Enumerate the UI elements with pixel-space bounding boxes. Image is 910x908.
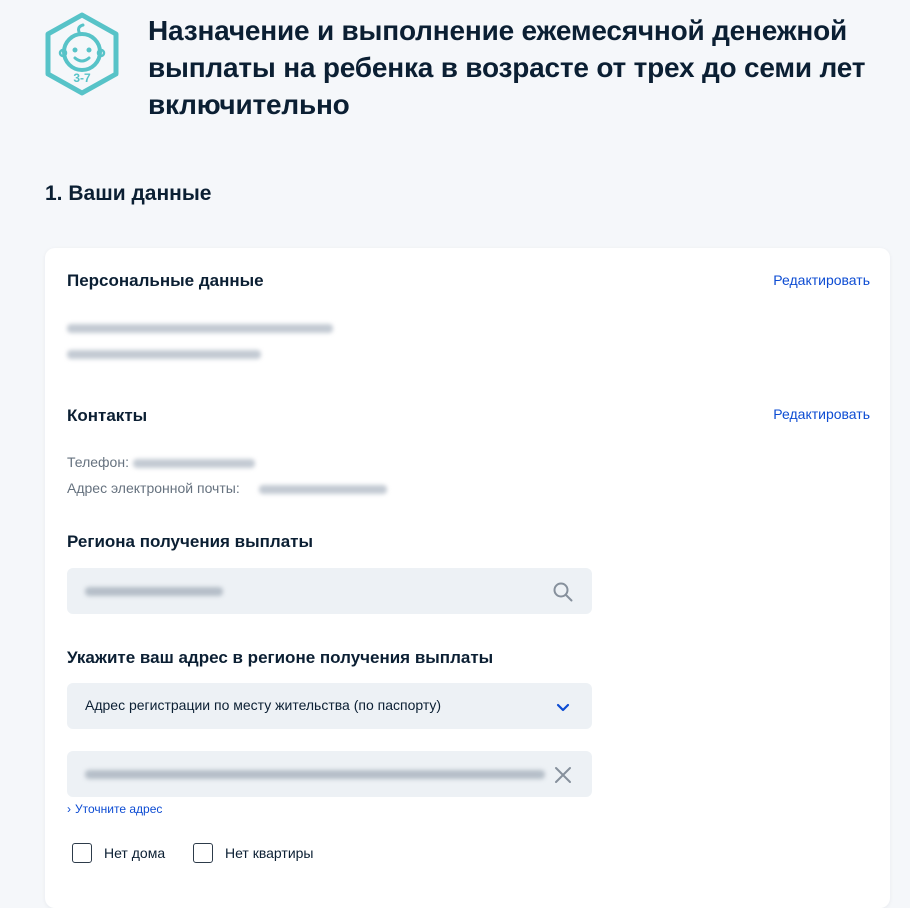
no-flat-checkbox[interactable]: Нет квартиры [193, 843, 313, 863]
edit-contacts-link[interactable]: Редактировать [773, 406, 870, 422]
phone-label: Телефон: [67, 454, 129, 470]
clarify-address-label: Уточните адрес [75, 802, 163, 816]
search-icon[interactable] [552, 581, 574, 603]
form-card: Персональные данные Редактировать Контак… [45, 248, 890, 908]
no-flat-label: Нет квартиры [225, 845, 314, 861]
checkbox-box[interactable] [72, 843, 92, 863]
contacts-title: Контакты [67, 406, 148, 425]
address-input[interactable] [67, 751, 592, 797]
address-type-value: Адрес регистрации по месту жительства (п… [85, 697, 442, 713]
chevron-down-icon[interactable] [552, 696, 574, 718]
region-search-input[interactable] [67, 568, 592, 614]
svg-text:3-7: 3-7 [73, 71, 91, 85]
region-value-redacted [85, 587, 223, 596]
no-house-checkbox[interactable]: Нет дома [72, 843, 165, 863]
personal-doc-redacted [67, 350, 261, 359]
phone-value-redacted [133, 459, 255, 468]
checkbox-box[interactable] [193, 843, 213, 863]
clarify-address-link[interactable]: › Уточните адрес [67, 802, 162, 816]
address-title: Укажите ваш адрес в регионе получения вы… [67, 648, 494, 667]
personal-data-title: Персональные данные [67, 271, 264, 290]
address-type-select[interactable]: Адрес регистрации по месту жительства (п… [67, 683, 592, 729]
personal-name-redacted [67, 324, 333, 333]
page-title: Назначение и выполнение ежемесячной дене… [148, 15, 866, 120]
step-title: 1. Ваши данные [45, 182, 212, 205]
child-face-icon: 3-7 [45, 12, 119, 96]
chevron-right-icon: › [67, 802, 71, 816]
region-title: Региона получения выплаты [67, 532, 314, 551]
clear-icon[interactable] [552, 764, 574, 786]
no-house-label: Нет дома [104, 845, 166, 861]
address-value-redacted [85, 770, 545, 779]
email-label: Адрес электронной почты: [67, 480, 240, 496]
edit-personal-link[interactable]: Редактировать [773, 272, 870, 288]
service-logo: 3-7 [42, 12, 122, 96]
email-value-redacted [259, 485, 387, 494]
